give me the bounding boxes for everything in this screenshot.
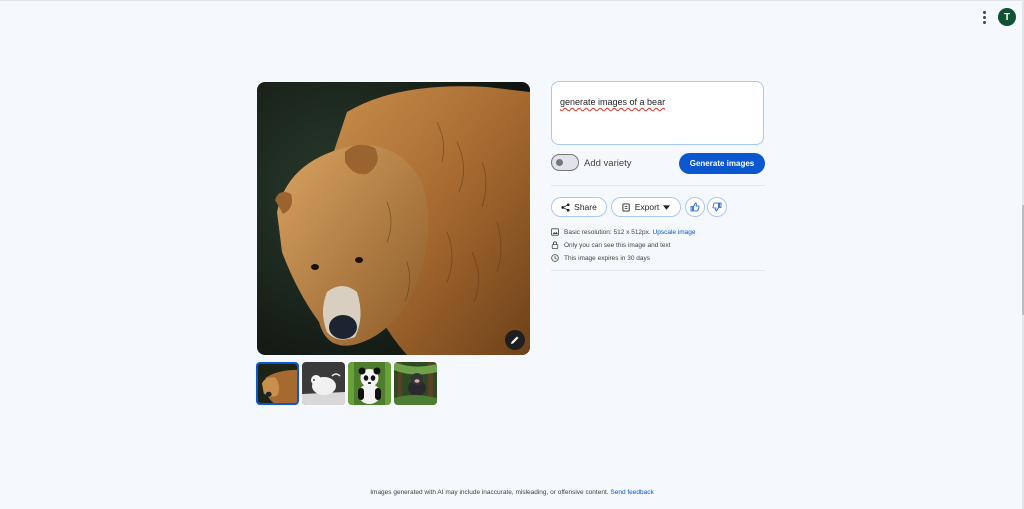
thumbs-up-button[interactable] xyxy=(685,197,705,217)
share-button[interactable]: Share xyxy=(551,197,607,217)
generate-images-button[interactable]: Generate images xyxy=(679,153,765,174)
image-icon xyxy=(551,228,559,236)
privacy-info: Only you can see this image and text xyxy=(551,241,671,249)
thumbs-down-icon xyxy=(712,202,722,212)
share-icon xyxy=(561,202,570,212)
send-feedback-link[interactable]: Send feedback xyxy=(610,489,653,496)
resolution-info: Basic resolution: 512 x 512px. Upscale i… xyxy=(551,228,696,236)
prompt-text: generate images of a bear xyxy=(560,97,666,107)
more-options-icon[interactable] xyxy=(976,8,992,26)
disclaimer-text: Images generated with AI may include ina… xyxy=(370,489,609,496)
thumbs-down-button[interactable] xyxy=(707,197,727,217)
footer-disclaimer: Images generated with AI may include ina… xyxy=(0,489,1024,496)
thumbnail-bear-in-forest[interactable] xyxy=(394,362,437,405)
add-variety-label: Add variety xyxy=(584,158,632,169)
thumbnail-brown-bear[interactable] xyxy=(256,362,299,405)
toggle-knob xyxy=(556,158,563,166)
export-icon xyxy=(622,202,630,212)
generated-image[interactable] xyxy=(257,82,530,355)
avatar[interactable]: T xyxy=(998,8,1016,26)
thumbnail-polar-bear-sketch[interactable] xyxy=(302,362,345,405)
pencil-icon xyxy=(511,336,519,344)
resolution-text: Basic resolution: 512 x 512px. xyxy=(564,228,651,236)
edit-image-button[interactable] xyxy=(505,330,525,350)
add-variety-toggle[interactable] xyxy=(551,154,579,171)
share-label: Share xyxy=(574,202,597,212)
thumbs-up-icon xyxy=(690,202,700,212)
expiry-info: This image expires in 30 days xyxy=(551,254,650,262)
chevron-down-icon xyxy=(663,204,671,210)
export-button[interactable]: Export xyxy=(611,197,681,217)
prompt-input[interactable]: generate images of a bear xyxy=(551,81,764,145)
thumbnail-strip xyxy=(256,362,437,405)
export-label: Export xyxy=(634,202,660,212)
top-border xyxy=(0,0,1024,1)
clock-icon xyxy=(551,254,559,262)
upscale-image-link[interactable]: Upscale image xyxy=(653,229,696,236)
thumbnail-panda[interactable] xyxy=(348,362,391,405)
divider-bottom xyxy=(551,270,765,271)
privacy-text: Only you can see this image and text xyxy=(564,241,671,249)
expiry-text: This image expires in 30 days xyxy=(564,254,650,262)
divider-top xyxy=(551,185,765,186)
lock-icon xyxy=(551,241,559,249)
